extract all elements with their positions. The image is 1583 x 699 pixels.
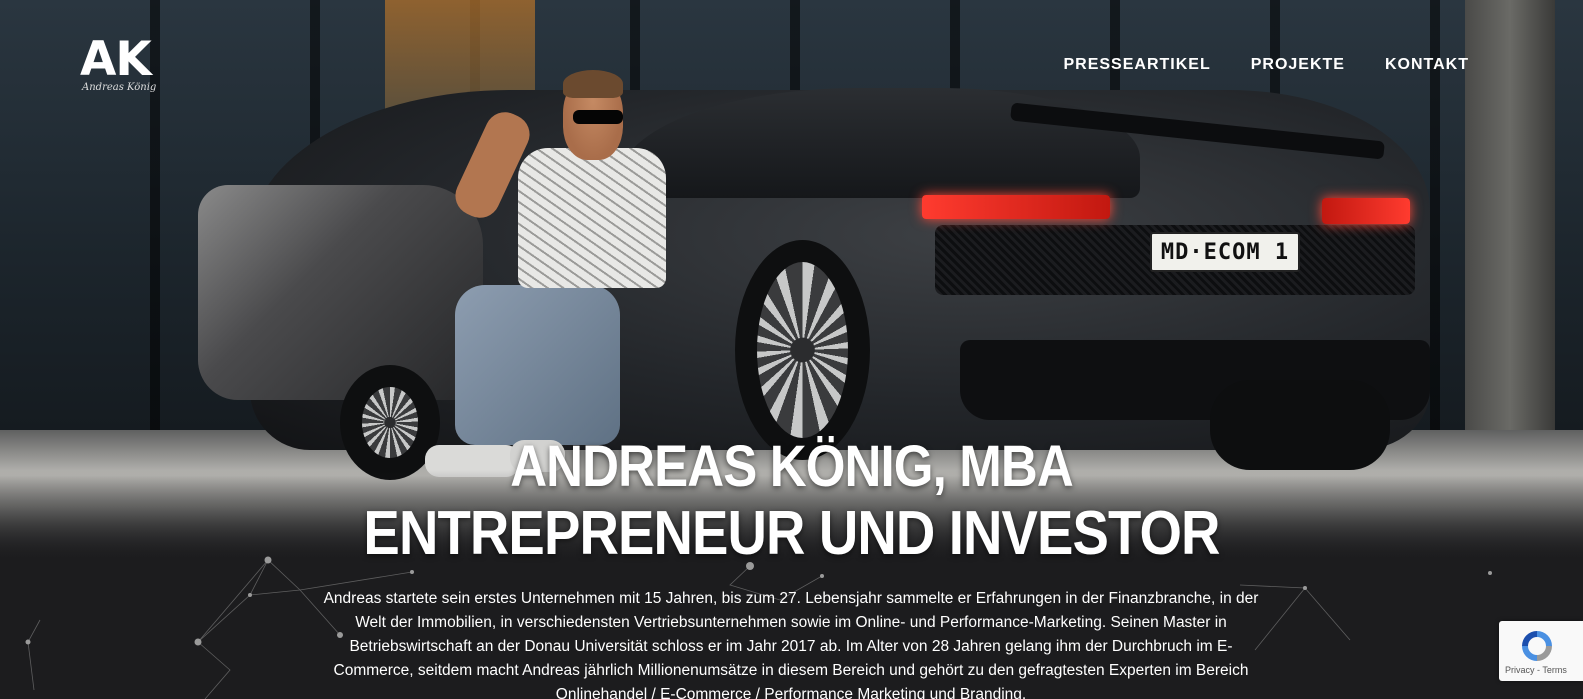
intro-text: Andreas startete sein erstes Unternehmen… [323,590,1259,699]
logo[interactable]: AK Andreas König [80,36,160,102]
concrete-pillar [1465,0,1555,440]
taillight-left [922,195,1110,219]
recaptcha-badge[interactable]: Privacy - Terms [1499,621,1583,681]
open-car-door [198,185,483,400]
logo-mark: AK [80,32,152,87]
rear-wheel [735,240,870,460]
recaptcha-icon [1522,631,1552,661]
nav-projekte[interactable]: PROJEKTE [1251,56,1345,74]
license-plate: MD·ECOM 1 [1150,232,1300,272]
hero-subtitle: ENTREPRENEUR UND INVESTOR [363,499,1220,568]
main-nav: PRESSEARTIKEL PROJEKTE KONTAKT [1063,56,1469,74]
sunglasses [573,110,623,124]
person-shirt [518,148,666,288]
nav-kontakt[interactable]: KONTAKT [1385,56,1469,74]
hero-title: ANDREAS KÖNIG, MBA [510,434,1074,499]
taillight-right [1322,198,1410,224]
logo-signature: Andreas König [82,82,157,93]
recaptcha-links[interactable]: Privacy - Terms [1505,665,1567,675]
nav-presseartikel[interactable]: PRESSEARTIKEL [1063,56,1210,74]
person-jeans [455,285,620,445]
